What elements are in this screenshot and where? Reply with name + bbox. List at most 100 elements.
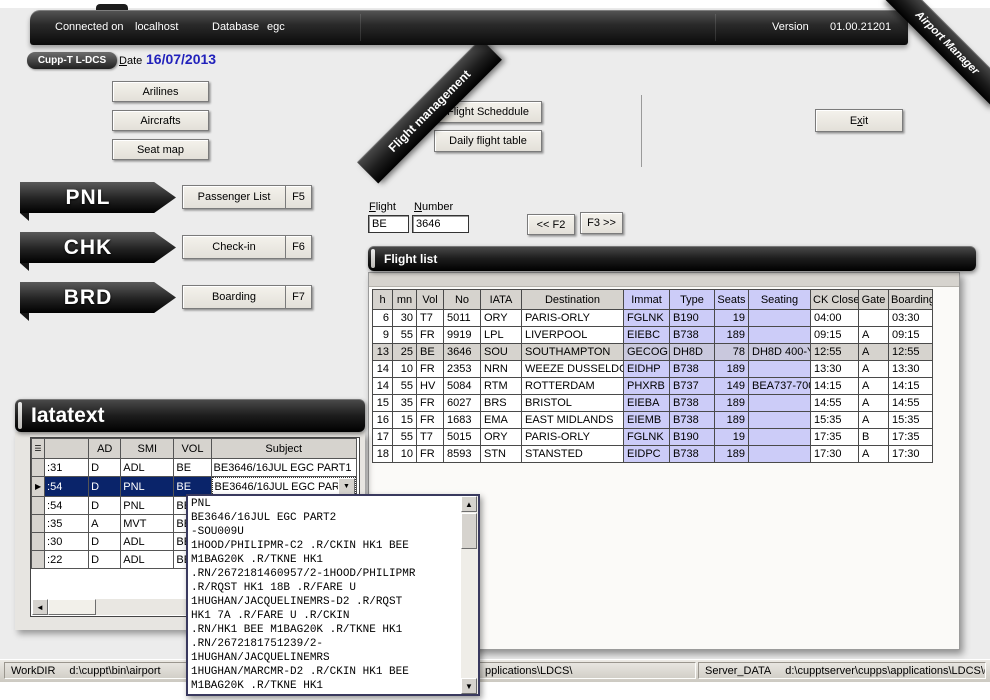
passenger-list-button[interactable]: Passenger List F5: [182, 185, 312, 209]
flight-cell: SOUTHAMPTON: [522, 344, 624, 361]
row-gutter: [32, 533, 45, 551]
pnl-banner: PNL: [20, 182, 176, 213]
exit-button[interactable]: Exit: [815, 109, 903, 132]
iatatext-row[interactable]: :31DADLBEBE3646/16JUL EGC PART1: [32, 459, 357, 477]
flight-cell: 189: [715, 412, 749, 429]
titlebar-separator: [715, 14, 716, 41]
flight-cell: 09:15: [811, 327, 859, 344]
flight-cell: BRISTOL: [522, 395, 624, 412]
flight-column-header[interactable]: IATA: [481, 290, 522, 310]
flight-column-header[interactable]: Gate: [859, 290, 889, 310]
popup-vscrollbar[interactable]: ▲ ▼: [461, 496, 478, 694]
selected-row-marker-icon: ▶: [32, 477, 45, 497]
flight-row[interactable]: 1755T75015ORYPARIS-ORLYFGLNKB1901917:35B…: [373, 429, 933, 446]
flight-column-header[interactable]: Type: [670, 290, 715, 310]
seat-map-button[interactable]: Seat map: [112, 139, 209, 160]
flight-cell: 10: [393, 446, 417, 463]
flight-cell: B738: [670, 446, 715, 463]
iatatext-cell: :54: [45, 477, 89, 497]
flight-column-header[interactable]: Seating: [749, 290, 811, 310]
flight-cell: 3646: [444, 344, 481, 361]
vscroll-thumb[interactable]: [461, 513, 477, 549]
aircrafts-button[interactable]: Aircrafts: [112, 110, 209, 131]
flight-cell: 1683: [444, 412, 481, 429]
flight-cell: A: [859, 378, 889, 395]
flight-label: Flight: [369, 201, 396, 213]
server-data-value: d:\cupptserver\cupps\applications\LDCS\d…: [785, 665, 986, 677]
flight-column-header[interactable]: No: [444, 290, 481, 310]
flight-cell: 78: [715, 344, 749, 361]
flight-cell: B738: [670, 361, 715, 378]
flight-column-header[interactable]: Seats: [715, 290, 749, 310]
flight-number-input[interactable]: [412, 215, 469, 233]
app-tab-cupp-t-ldcs[interactable]: Cupp-T L-DCS: [27, 52, 117, 69]
flight-cell: 55: [393, 378, 417, 395]
flight-table[interactable]: hmnVolNoIATADestinationImmatTypeSeatsSea…: [372, 289, 933, 463]
version-label: Version: [772, 21, 809, 33]
flight-column-header[interactable]: mn: [393, 290, 417, 310]
flight-cell: 14:55: [889, 395, 933, 412]
flight-row[interactable]: 630T75011ORYPARIS-ORLYFGLNKB1901904:0003…: [373, 310, 933, 327]
flight-column-header[interactable]: Immat: [624, 290, 670, 310]
airlines-button[interactable]: Arilines: [112, 81, 209, 102]
hscroll-thumb[interactable]: [48, 599, 96, 615]
flight-column-header[interactable]: Destination: [522, 290, 624, 310]
iatatext-column-header[interactable]: [45, 439, 89, 459]
version-value: 01.00.21201: [830, 21, 891, 33]
chevron-down-icon[interactable]: ▼: [338, 478, 355, 495]
flight-cell: 5011: [444, 310, 481, 327]
flight-cell: B190: [670, 429, 715, 446]
next-flight-button[interactable]: F3 >>: [580, 212, 623, 234]
flight-row[interactable]: 955FR9919LPLLIVERPOOLEIEBCB73818909:15A0…: [373, 327, 933, 344]
prev-flight-button[interactable]: << F2: [527, 214, 575, 235]
workdir-value: d:\cuppt\bin\airport: [69, 665, 160, 677]
daily-flight-table-button[interactable]: Daily flight table: [434, 130, 542, 152]
flight-cell: EIDPC: [624, 446, 670, 463]
flight-cell: B: [859, 429, 889, 446]
scroll-down-icon[interactable]: ▼: [461, 678, 477, 694]
flight-cell: ORY: [481, 429, 522, 446]
check-in-button[interactable]: Check-in F6: [182, 235, 312, 259]
flight-cell: A: [859, 412, 889, 429]
iatatext-column-header[interactable]: VOL: [174, 439, 211, 459]
flight-cell: 15:35: [811, 412, 859, 429]
statusbar-server-panel: Server_DATA d:\cupptserver\cupps\applica…: [698, 662, 986, 679]
flight-row[interactable]: 1410FR2353NRNWEEZE DUSSELDORFEIDHPB73818…: [373, 361, 933, 378]
flight-cell: [859, 310, 889, 327]
scroll-left-icon[interactable]: ◄: [32, 599, 48, 615]
flight-cell: 15: [393, 412, 417, 429]
iatatext-column-header[interactable]: SMI: [121, 439, 174, 459]
row-selector-icon: ☰: [32, 439, 45, 459]
flight-cell: 18: [373, 446, 393, 463]
flight-cell: 189: [715, 446, 749, 463]
flight-row[interactable]: 1810FR8593STNSTANSTEDEIDPCB73818917:30A1…: [373, 446, 933, 463]
flight-column-header[interactable]: Boarding: [889, 290, 933, 310]
iatatext-cell: D: [89, 459, 121, 477]
workdir-label: WorkDIR: [11, 665, 55, 677]
flight-cell: [749, 361, 811, 378]
iatatext-subject-cell: BE3646/16JUL EGC PART1: [211, 459, 356, 477]
flight-row[interactable]: 1535FR6027BRSBRISTOLEIEBAB73818914:55A14…: [373, 395, 933, 412]
flight-column-header[interactable]: Vol: [417, 290, 444, 310]
flight-row[interactable]: 1325BE3646SOUSOUTHAMPTONGECOGDH8D78DH8D …: [373, 344, 933, 361]
flight-cell: A: [859, 361, 889, 378]
flight-cell: STANSTED: [522, 446, 624, 463]
flight-code-input[interactable]: [368, 215, 409, 233]
flight-row[interactable]: 1615FR1683EMAEAST MIDLANDSEIEMBB73818915…: [373, 412, 933, 429]
flight-cell: B190: [670, 310, 715, 327]
scroll-up-icon[interactable]: ▲: [461, 496, 477, 512]
iatatext-column-header[interactable]: Subject: [211, 439, 356, 459]
boarding-button[interactable]: Boarding F7: [182, 285, 312, 309]
flight-row[interactable]: 1455HV5084RTMROTTERDAMPHXRBB737149BEA737…: [373, 378, 933, 395]
flight-cell: 14: [373, 361, 393, 378]
check-in-label: Check-in: [183, 241, 285, 253]
iatatext-column-header[interactable]: AD: [89, 439, 121, 459]
flight-column-header[interactable]: h: [373, 290, 393, 310]
flight-cell: EAST MIDLANDS: [522, 412, 624, 429]
flight-column-header[interactable]: CK Close: [811, 290, 859, 310]
flight-cell: FR: [417, 327, 444, 344]
row-gutter: [32, 515, 45, 533]
flight-cell: [749, 310, 811, 327]
chk-banner: CHK: [20, 232, 176, 263]
flight-cell: 189: [715, 395, 749, 412]
